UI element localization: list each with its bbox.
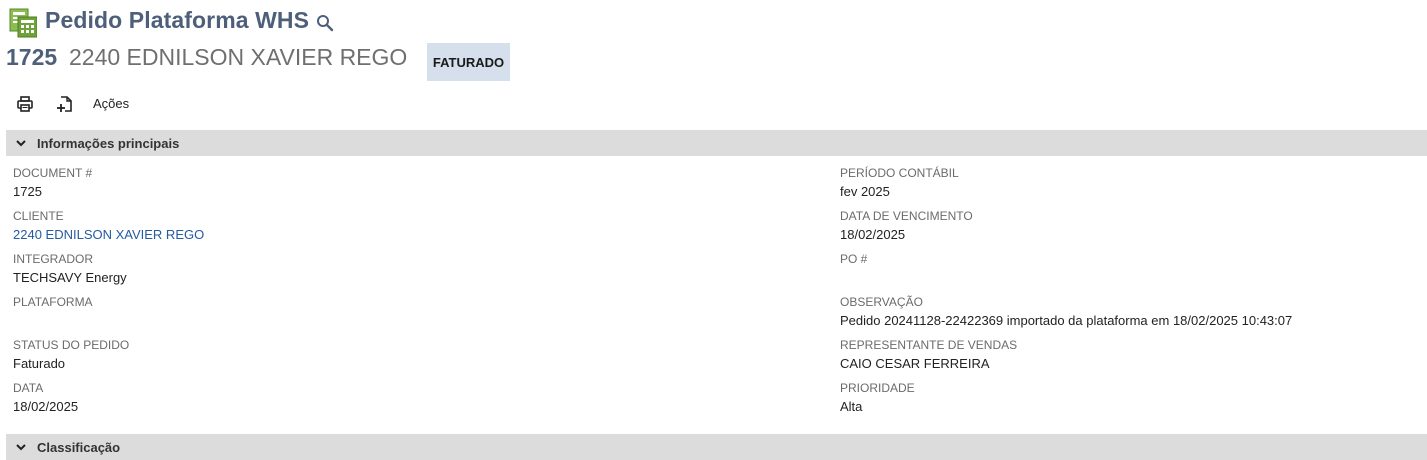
field-observacao: OBSERVAÇÃO Pedido 20241128-22422369 impo… <box>840 294 1420 337</box>
field-label: OBSERVAÇÃO <box>840 295 923 309</box>
chevron-down-icon <box>16 140 26 147</box>
field-value: Faturado <box>13 356 66 371</box>
field-value: Alta <box>840 399 863 414</box>
page-title: Pedido Plataforma WHS <box>45 7 310 33</box>
fields-left-column: DOCUMENT # 1725 CLIENTE 2240 EDNILSON XA… <box>13 165 713 423</box>
section-classification[interactable]: Classificação <box>6 434 1427 460</box>
field-label: INTEGRADOR <box>13 252 94 266</box>
section-title: Informações principais <box>37 135 180 151</box>
field-value: 18/02/2025 <box>13 399 79 414</box>
record-id: 1725 <box>6 44 58 70</box>
field-representante-vendas: REPRESENTANTE DE VENDAS CAIO CESAR FERRE… <box>840 337 1420 380</box>
field-po-number: PO # <box>840 251 1420 294</box>
field-data-vencimento: DATA DE VENCIMENTO 18/02/2025 <box>840 208 1420 251</box>
field-label: CLIENTE <box>13 209 64 223</box>
field-label: DATA DE VENCIMENTO <box>840 209 973 223</box>
field-periodo-contabil: PERÍODO CONTÁBIL fev 2025 <box>840 165 1420 208</box>
field-label: STATUS DO PEDIDO <box>13 338 130 352</box>
section-main-info[interactable]: Informações principais <box>6 130 1427 156</box>
field-prioridade: PRIORIDADE Alta <box>840 380 1420 423</box>
field-label: REPRESENTANTE DE VENDAS <box>840 338 1018 352</box>
field-label: DOCUMENT # <box>13 166 93 180</box>
new-document-button[interactable] <box>53 92 77 116</box>
search-icon[interactable] <box>316 14 334 32</box>
field-plataforma: PLATAFORMA <box>13 294 713 337</box>
cliente-link[interactable]: 2240 EDNILSON XAVIER REGO <box>13 226 713 244</box>
field-value: fev 2025 <box>840 184 890 199</box>
field-label: PO # <box>840 252 868 266</box>
chevron-down-icon <box>16 444 26 451</box>
spreadsheet-record-icon <box>9 8 37 38</box>
field-label: PERÍODO CONTÁBIL <box>840 166 959 180</box>
field-value: CAIO CESAR FERREIRA <box>840 356 990 371</box>
field-value: 18/02/2025 <box>840 227 906 242</box>
toolbar: Ações <box>0 92 400 116</box>
new-document-icon <box>57 96 72 112</box>
print-button[interactable] <box>13 92 37 116</box>
field-value: 1725 <box>13 184 42 199</box>
section-title: Classificação <box>37 439 121 455</box>
field-data: DATA 18/02/2025 <box>13 380 713 423</box>
field-label: PRIORIDADE <box>840 381 915 395</box>
field-label: DATA <box>13 381 44 395</box>
field-document-number: DOCUMENT # 1725 <box>13 165 713 208</box>
fields-right-column: PERÍODO CONTÁBIL fev 2025 DATA DE VENCIM… <box>840 165 1420 423</box>
field-cliente: CLIENTE 2240 EDNILSON XAVIER REGO <box>13 208 713 251</box>
field-value: Pedido 20241128-22422369 importado da pl… <box>840 313 1293 328</box>
field-status-pedido: STATUS DO PEDIDO Faturado <box>13 337 713 380</box>
field-value: TECHSAVY Energy <box>13 270 127 285</box>
page-header: Pedido Plataforma WHS 1725 2240 EDNILSON… <box>0 0 1427 84</box>
actions-menu[interactable]: Ações <box>93 96 129 111</box>
print-icon <box>17 96 33 112</box>
field-integrador: INTEGRADOR TECHSAVY Energy <box>13 251 713 294</box>
field-label: PLATAFORMA <box>13 295 93 309</box>
record-name: 2240 EDNILSON XAVIER REGO <box>69 44 408 70</box>
status-badge: FATURADO <box>427 43 510 81</box>
